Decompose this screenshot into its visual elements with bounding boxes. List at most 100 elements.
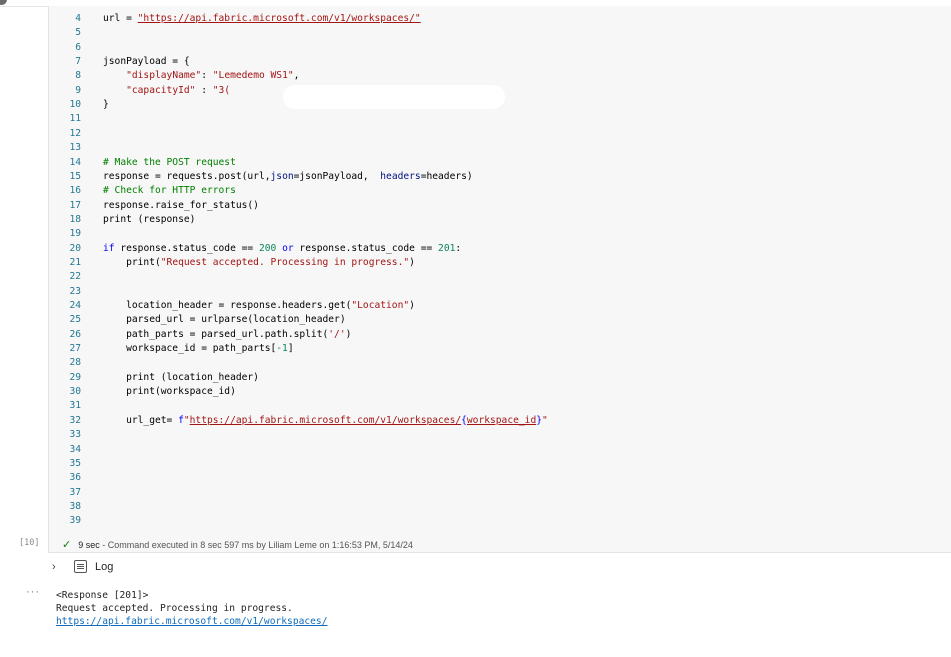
code-token: response.raise_for_status() [103,199,259,211]
code-text[interactable]: response.raise_for_status() [103,199,259,213]
code-text[interactable]: "displayName": "Lemedemo WS1", [103,69,299,83]
code-token: path_parts = parsed_url.path.split( [103,328,329,340]
line-number: 12 [69,127,81,139]
line-number: 9 [75,84,81,96]
code-text[interactable]: print("Request accepted. Processing in p… [103,256,415,270]
code-token: print( [103,256,161,268]
line-number: 22 [69,271,81,283]
code-token: json [270,170,294,182]
line-number: 37 [69,486,81,498]
code-token: headers [380,170,421,182]
line-number: 35 [69,457,81,469]
line-number: 7 [75,56,81,68]
line-number: 21 [69,256,81,268]
line-number: 6 [75,41,81,53]
code-text[interactable]: parsed_url = urlparse(location_header) [103,313,346,327]
code-token: , [293,70,300,82]
code-token: # Check for HTTP errors [103,185,236,197]
line-number: 14 [69,156,81,168]
code-token: or [282,242,294,254]
cell-output: <Response [201]> Request accepted. Proces… [56,589,327,628]
code-token: response = requests.post(url, [103,170,271,182]
line-number: 38 [69,500,81,512]
line-number: 18 [69,213,81,225]
code-text[interactable]: path_parts = parsed_url.path.split('/') [103,328,351,342]
code-token: jsonPayload = { [103,56,190,68]
status-duration: 9 sec [78,540,100,550]
line-number: 25 [69,314,81,326]
code-token: url_get= [103,414,179,426]
code-text[interactable]: # Make the POST request [103,156,236,170]
code-text[interactable]: response = requests.post(url,json=jsonPa… [103,170,473,184]
output-line: <Response [201]> [56,590,149,601]
code-token: if [103,242,115,254]
code-token: " [542,414,548,426]
line-number: 19 [69,228,81,240]
code-text[interactable]: } [103,98,109,112]
code-token: response.status_code == [293,242,439,254]
line-number: 27 [69,343,81,355]
line-number: 4 [75,13,81,24]
code-token: : [455,242,462,254]
code-token: print (response) [103,213,196,225]
output-link[interactable]: https://api.fabric.microsoft.com/v1/work… [56,615,327,628]
line-number: 15 [69,170,81,182]
code-token: : [201,70,213,82]
line-number: 28 [69,357,81,369]
status-dot-icon [0,0,7,5]
code-token: "https://api.fabric.microsoft.com/v1/wor… [137,13,421,24]
code-text[interactable]: if response.status_code == 200 or respon… [103,242,461,256]
code-token: '/' [328,328,346,340]
code-token: =headers) [420,170,473,182]
line-number: 34 [69,443,81,455]
line-number: 29 [69,371,81,383]
code-token: "Lemedemo WS1" [212,70,294,82]
code-text[interactable]: url_get= f"https://api.fabric.microsoft.… [103,414,548,428]
line-number: 13 [69,142,81,154]
code-token: location_header = response.headers.get( [103,300,352,311]
line-number: 26 [69,328,81,340]
chevron-right-icon[interactable]: › [52,561,62,573]
code-text[interactable]: location_header = response.headers.get("… [103,299,415,313]
code-token: 200 [258,242,277,254]
code-token: 201 [438,242,456,254]
execution-count: [10] [19,538,40,548]
line-number: 31 [69,400,81,412]
code-text[interactable]: print (response) [103,213,195,227]
line-number: 17 [69,199,81,211]
line-number: 8 [75,70,81,82]
line-number: 32 [69,414,81,426]
line-number: 5 [75,27,81,39]
code-cell[interactable]: 4 url = "https://api.fabric.microsoft.com… [48,6,951,553]
code-token: : [195,84,213,96]
more-options-icon[interactable]: ··· [26,586,40,598]
code-token: url = [103,13,138,24]
code-token: print (location_header) [103,371,259,383]
code-token: ) [409,300,415,311]
line-number: 23 [69,285,81,297]
code-token: workspace_id = path_parts[ [103,343,277,355]
code-text[interactable]: # Check for HTTP errors [103,184,236,198]
code-token: # Make the POST request [103,156,236,168]
log-toggle[interactable]: › Log [52,560,113,573]
code-text[interactable]: jsonPayload = { [103,55,190,69]
redaction-mask [283,85,505,109]
line-number: 20 [69,242,81,254]
code-token: ) [409,256,415,268]
status-message: - Command executed in 8 sec 597 ms by Li… [99,540,413,550]
code-text[interactable]: print (location_header) [103,371,259,385]
code-text[interactable]: "capacityId" : "3( [103,84,230,98]
output-line: Request accepted. Processing in progress… [56,603,293,614]
code-token: "capacityId" [126,84,196,96]
code-text[interactable]: url = "https://api.fabric.microsoft.com/… [103,12,421,26]
code-token: "Location" [351,300,410,311]
line-number: 36 [69,472,81,484]
code-token: =jsonPayload, [293,170,381,182]
checkmark-icon: ✓ [62,539,72,551]
code-text[interactable]: print(workspace_id) [103,385,236,399]
code-token: parsed_url = urlparse(location_header) [103,314,346,326]
line-number: 24 [69,300,81,311]
code-text[interactable]: workspace_id = path_parts[-1] [103,342,294,356]
log-label: Log [95,560,114,573]
